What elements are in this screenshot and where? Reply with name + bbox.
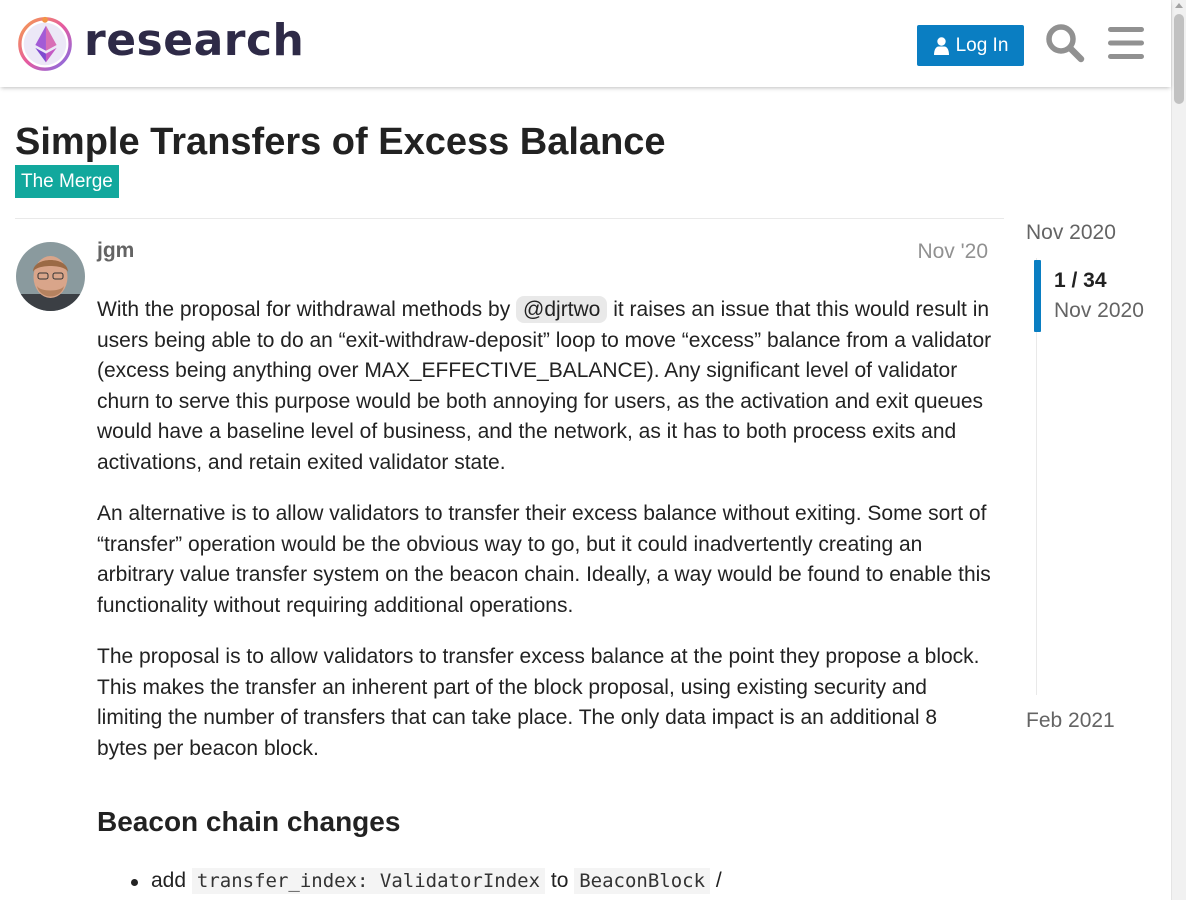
code-snippet: BeaconBlock [574, 868, 711, 894]
post-paragraph-3: The proposal is to allow validators to t… [97, 645, 980, 760]
post-body: With the proposal for withdrawal methods… [97, 295, 992, 785]
timeline-current-date: Nov 2020 [1054, 299, 1144, 322]
hamburger-menu-button[interactable] [1104, 20, 1148, 66]
ethereum-research-logo-icon [18, 16, 72, 71]
timeline-start-date[interactable]: Nov 2020 [1026, 221, 1116, 245]
timeline-end-date[interactable]: Feb 2021 [1026, 709, 1115, 733]
bullet-icon [131, 879, 138, 886]
login-button-label: Log In [955, 34, 1009, 56]
post-author[interactable]: jgm [97, 239, 134, 263]
site-name: research [84, 15, 305, 66]
section-heading: Beacon chain changes [97, 806, 401, 837]
page-scrollbar[interactable] [1171, 0, 1186, 900]
paragraph-text: With the proposal for withdrawal methods… [97, 298, 517, 321]
category-badge[interactable]: The Merge [15, 165, 119, 198]
timeline-post-position: 1 / 34 [1054, 269, 1107, 292]
title-divider [15, 218, 1004, 219]
changes-list: add transfer_index: ValidatorIndex to Be… [131, 864, 1011, 898]
topic-title[interactable]: Simple Transfers of Excess Balance [15, 120, 666, 164]
paragraph-text: it raises an issue that this would resul… [97, 298, 992, 474]
code-snippet: transfer_index: ValidatorIndex [191, 868, 546, 894]
post-paragraph-1: With the proposal for withdrawal methods… [97, 295, 992, 478]
scroll-up-arrow-icon[interactable] [1175, 3, 1183, 8]
user-icon [933, 36, 949, 55]
search-button[interactable] [1043, 20, 1087, 66]
post-paragraph-2: An alternative is to allow validators to… [97, 502, 991, 617]
avatar-image [16, 242, 85, 311]
timeline-scroll-handle[interactable] [1034, 260, 1041, 332]
list-text: add [151, 869, 192, 892]
site-header: research Log In [0, 0, 1171, 87]
author-avatar[interactable] [16, 242, 85, 311]
post-date[interactable]: Nov '20 [917, 240, 988, 264]
list-item: add transfer_index: ValidatorIndex to Be… [131, 864, 1011, 898]
scroll-thumb[interactable] [1174, 14, 1184, 104]
list-text: / [710, 869, 722, 892]
site-logo[interactable]: research [16, 14, 304, 74]
search-icon [1046, 24, 1085, 63]
login-button[interactable]: Log In [917, 25, 1024, 66]
user-mention[interactable]: @djrtwo [516, 296, 608, 323]
list-text: to [545, 869, 575, 892]
hamburger-menu-icon [1108, 27, 1144, 59]
